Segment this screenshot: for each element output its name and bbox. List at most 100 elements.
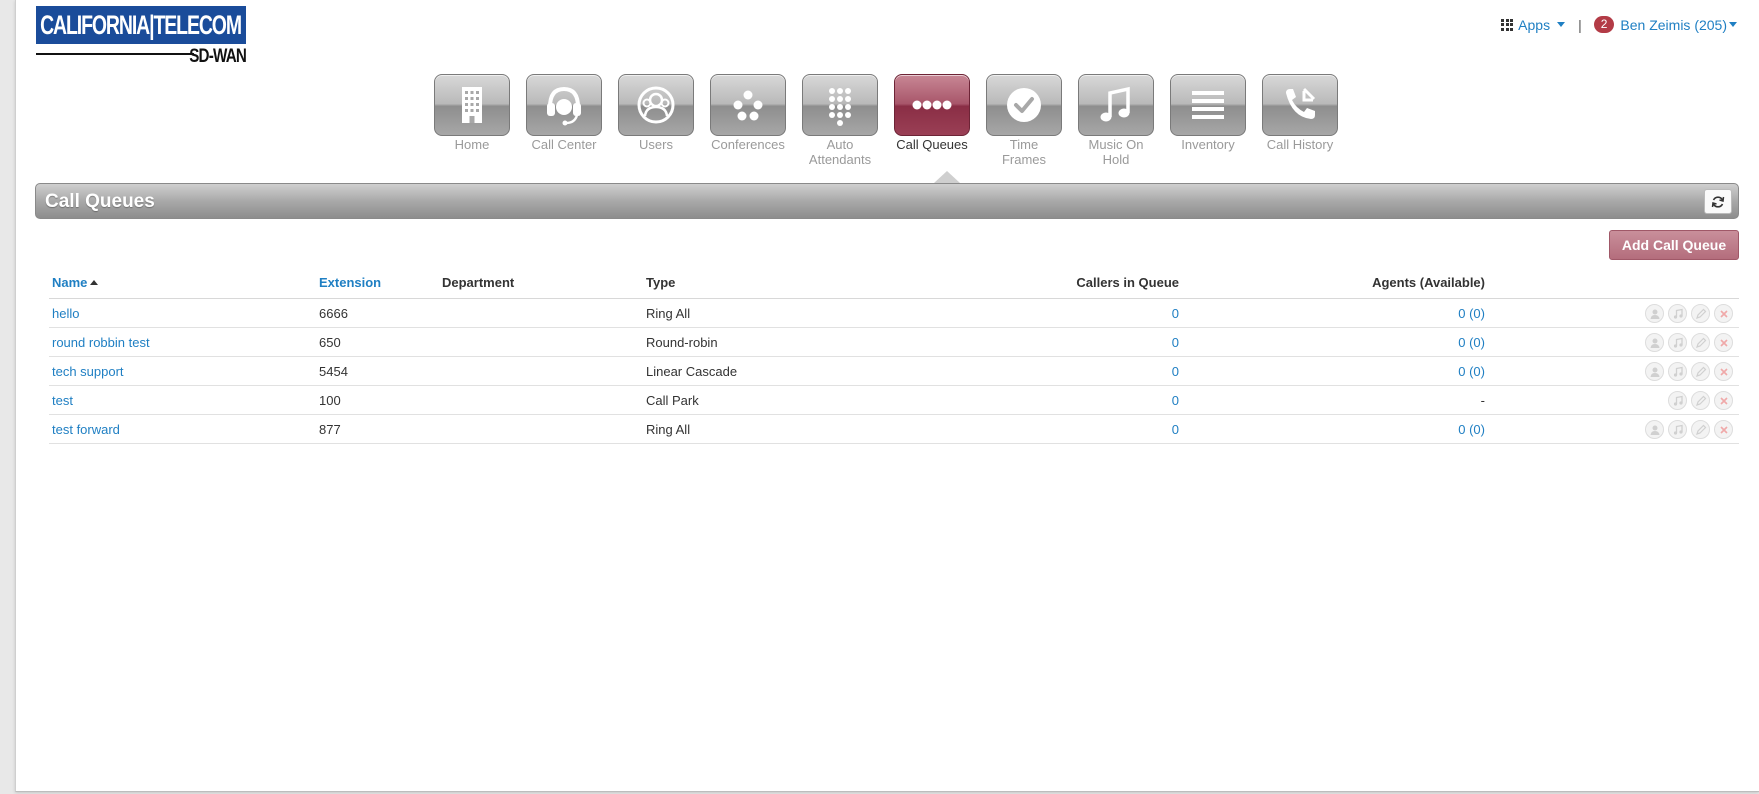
- headset-icon: [547, 86, 581, 126]
- page: CALIFORNIA|TELECOM SD-WAN Apps | 2 Ben Z…: [15, 0, 1759, 792]
- agents-available-link[interactable]: 0 (0): [1458, 364, 1485, 379]
- active-tab-pointer: [934, 171, 960, 183]
- agents-icon[interactable]: [1645, 420, 1664, 439]
- queue-dots-icon: [912, 100, 952, 110]
- edit-icon[interactable]: [1691, 362, 1710, 381]
- music-on-hold-icon[interactable]: [1668, 333, 1687, 352]
- agents-icon[interactable]: [1645, 333, 1664, 352]
- callers-in-queue-link[interactable]: 0: [1172, 364, 1179, 379]
- callers-in-queue-link[interactable]: 0: [1172, 306, 1179, 321]
- column-header-type: Type: [646, 275, 676, 290]
- row-actions: [1645, 420, 1733, 439]
- nav-call-queues[interactable]: Call Queues: [894, 74, 970, 167]
- nav-label: Call History: [1266, 137, 1334, 152]
- add-call-queue-button[interactable]: Add Call Queue: [1609, 230, 1739, 260]
- building-icon: [462, 87, 482, 123]
- table-body: hello 6666 Ring All 0 0 (0) round robbin test…: [49, 299, 1739, 444]
- agents-icon[interactable]: [1645, 304, 1664, 323]
- nav-label: Home: [454, 137, 490, 152]
- delete-icon[interactable]: [1714, 420, 1733, 439]
- agents-available-link[interactable]: 0 (0): [1458, 306, 1485, 321]
- agents-icon[interactable]: [1645, 362, 1664, 381]
- notification-badge[interactable]: 2: [1593, 16, 1615, 33]
- agents-available: -: [1480, 393, 1485, 408]
- music-on-hold-icon[interactable]: [1668, 362, 1687, 381]
- phone-history-icon: [1286, 87, 1316, 119]
- user-menu[interactable]: 2 Ben Zeimis (205): [1593, 16, 1737, 33]
- column-header-name[interactable]: Name: [52, 275, 99, 290]
- nav-inventory[interactable]: Inventory: [1170, 74, 1246, 167]
- separator: |: [1578, 16, 1582, 33]
- callers-in-queue-link[interactable]: 0: [1172, 393, 1179, 408]
- callers-in-queue-link[interactable]: 0: [1172, 335, 1179, 350]
- nav-conferences[interactable]: Conferences: [710, 74, 786, 167]
- refresh-button[interactable]: [1704, 189, 1732, 214]
- queue-name-link[interactable]: tech support: [52, 364, 124, 379]
- nav-music-on-hold[interactable]: Music On Hold: [1078, 74, 1154, 167]
- sort-ascending-icon: [90, 280, 99, 285]
- apps-grid-icon: [1501, 18, 1514, 31]
- agents-available-link[interactable]: 0 (0): [1458, 422, 1485, 437]
- delete-icon[interactable]: [1714, 333, 1733, 352]
- california-telecom-logo[interactable]: CALIFORNIA|TELECOM SD-WAN: [36, 6, 247, 67]
- section-header: Call Queues: [35, 183, 1739, 219]
- column-header-extension[interactable]: Extension: [319, 275, 381, 290]
- nav-label: Music On Hold: [1088, 137, 1144, 167]
- top-right-menu: Apps | 2 Ben Zeimis (205): [1501, 16, 1737, 33]
- edit-icon[interactable]: [1691, 304, 1710, 323]
- queue-name-link[interactable]: test: [52, 393, 73, 408]
- column-header-agents: Agents (Available): [1372, 275, 1485, 290]
- table-row: hello 6666 Ring All 0 0 (0): [49, 299, 1739, 328]
- column-header-department: Department: [442, 275, 515, 290]
- nav-auto-attendants[interactable]: Auto Attendants: [802, 74, 878, 167]
- queue-extension: 100: [319, 393, 341, 408]
- user-label: Ben Zeimis (205): [1620, 16, 1727, 33]
- apps-menu[interactable]: Apps: [1501, 16, 1566, 33]
- queue-extension: 877: [319, 422, 341, 437]
- delete-icon[interactable]: [1714, 304, 1733, 323]
- nav-label: Auto Attendants: [808, 137, 872, 167]
- delete-icon[interactable]: [1714, 362, 1733, 381]
- nav-home[interactable]: Home: [434, 74, 510, 167]
- nav-call-history[interactable]: Call History: [1262, 74, 1338, 167]
- chevron-down-icon: [1557, 22, 1566, 27]
- queue-extension: 5454: [319, 364, 348, 379]
- logo-sub-text: SD-WAN: [189, 46, 247, 67]
- queue-type: Round-robin: [646, 335, 718, 350]
- queue-extension: 650: [319, 335, 341, 350]
- row-actions: [1645, 333, 1733, 352]
- edit-icon[interactable]: [1691, 333, 1710, 352]
- section-title: Call Queues: [45, 191, 155, 212]
- nav-time-frames[interactable]: Time Frames: [986, 74, 1062, 167]
- column-header-callers: Callers in Queue: [1076, 275, 1179, 290]
- apps-label: Apps: [1518, 16, 1551, 33]
- table-header-row: Name Extension Department Type Callers i…: [49, 271, 1739, 299]
- music-on-hold-icon[interactable]: [1668, 420, 1687, 439]
- table-row: round robbin test 650 Round-robin 0 0 (0): [49, 328, 1739, 357]
- nav-label: Call Queues: [896, 137, 968, 152]
- nav-label: Inventory: [1181, 137, 1235, 152]
- music-note-icon: [1100, 86, 1130, 122]
- main-nav: Home Call Center Users Conferences Auto …: [434, 74, 1338, 167]
- delete-icon[interactable]: [1714, 391, 1733, 410]
- music-on-hold-icon[interactable]: [1668, 391, 1687, 410]
- music-on-hold-icon[interactable]: [1668, 304, 1687, 323]
- agents-available-link[interactable]: 0 (0): [1458, 335, 1485, 350]
- conference-icon: [733, 90, 763, 121]
- nav-label: Call Center: [531, 137, 597, 152]
- row-actions: [1645, 362, 1733, 381]
- callers-in-queue-link[interactable]: 0: [1172, 422, 1179, 437]
- nav-label: Users: [639, 137, 673, 152]
- queue-name-link[interactable]: round robbin test: [52, 335, 150, 350]
- row-actions: [1645, 304, 1733, 323]
- queue-name-link[interactable]: hello: [52, 306, 79, 321]
- edit-icon[interactable]: [1691, 391, 1710, 410]
- nav-call-center[interactable]: Call Center: [526, 74, 602, 167]
- edit-icon[interactable]: [1691, 420, 1710, 439]
- row-actions: [1645, 391, 1733, 410]
- call-queues-table: Name Extension Department Type Callers i…: [49, 271, 1739, 444]
- table-row: test 100 Call Park 0 -: [49, 386, 1739, 415]
- queue-name-link[interactable]: test forward: [52, 422, 120, 437]
- table-row: test forward 877 Ring All 0 0 (0): [49, 415, 1739, 444]
- nav-users[interactable]: Users: [618, 74, 694, 167]
